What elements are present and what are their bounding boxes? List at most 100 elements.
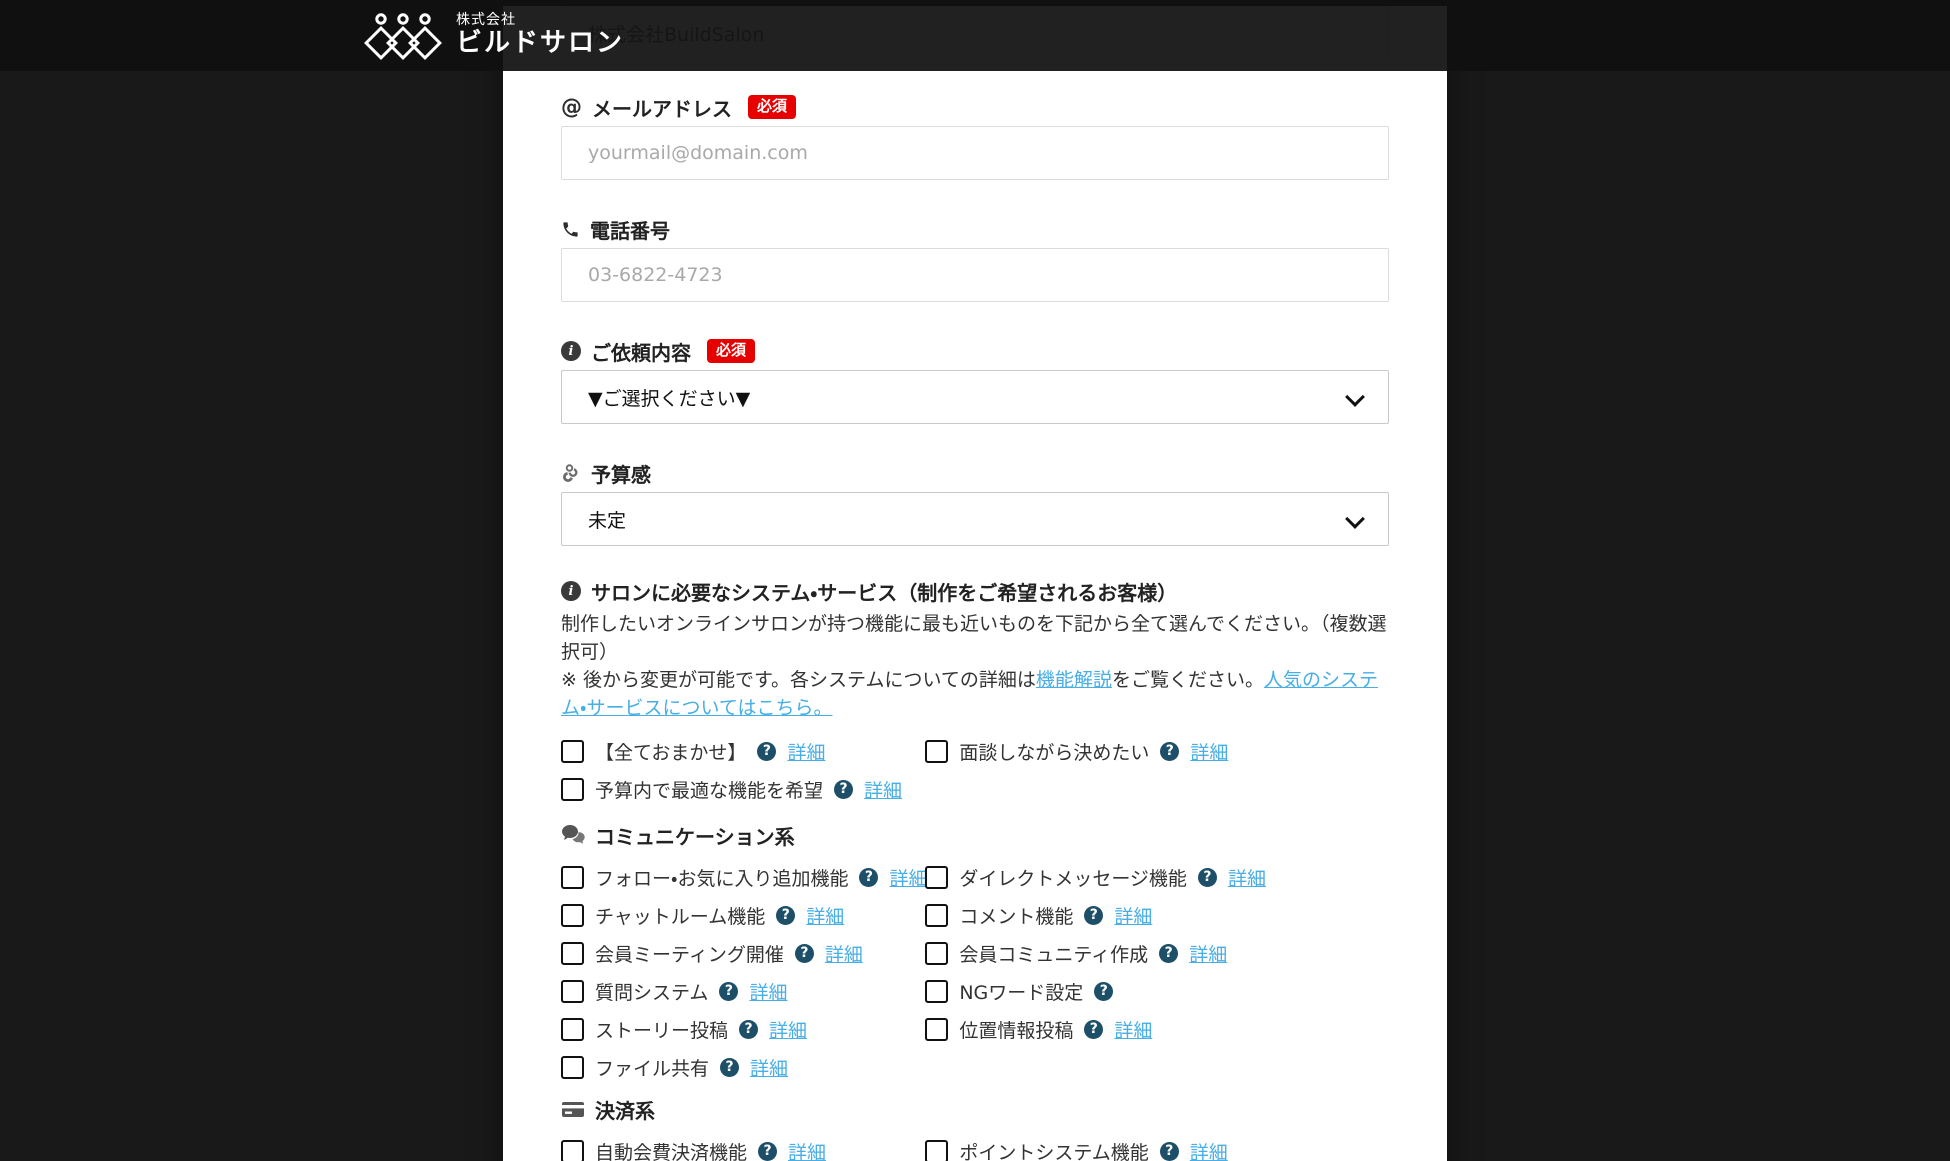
- detail-link[interactable]: 詳細: [1190, 738, 1228, 765]
- feature-groups: 【全ておまかせ】 ? 詳細 面談しながら決めたい ? 詳細 予算内で最適な機能を…: [561, 732, 1389, 1161]
- feature-checkbox[interactable]: [925, 1140, 948, 1161]
- feature-item: 会員コミュニティ作成 ? 詳細: [925, 934, 1389, 972]
- request-select-value: ▼ご選択ください▼: [588, 384, 750, 411]
- question-circle-icon[interactable]: ?: [1094, 982, 1113, 1001]
- feature-checkbox[interactable]: [925, 904, 948, 927]
- feature-grid: 【全ておまかせ】 ? 詳細 面談しながら決めたい ? 詳細 予算内で最適な機能を…: [561, 732, 1389, 808]
- feature-checkbox[interactable]: [925, 866, 948, 889]
- budget-label: 予算感: [591, 459, 651, 488]
- feature-checkbox[interactable]: [561, 778, 584, 801]
- email-label-row: @ メールアドレス 必須: [561, 94, 1389, 120]
- email-label: メールアドレス: [592, 93, 732, 122]
- feature-item: フォロー・お気に入り追加機能 ? 詳細: [561, 858, 925, 896]
- question-circle-icon[interactable]: ?: [1160, 1142, 1179, 1161]
- feature-checkbox[interactable]: [561, 1018, 584, 1041]
- feature-checkbox[interactable]: [925, 740, 948, 763]
- credit-card-icon: [561, 1099, 585, 1119]
- feature-label: 【全ておまかせ】: [595, 738, 746, 765]
- feature-guide-link[interactable]: 機能解説: [1036, 669, 1112, 691]
- question-circle-icon[interactable]: ?: [1159, 944, 1178, 963]
- feature-group-heading-text: 決済系: [595, 1095, 655, 1124]
- request-label-row: i ご依頼内容 必須: [561, 338, 1389, 364]
- detail-link[interactable]: 詳細: [788, 1138, 826, 1161]
- feature-item: ストーリー投稿 ? 詳細: [561, 1010, 925, 1048]
- feature-item: 予算内で最適な機能を希望 ? 詳細: [561, 770, 925, 808]
- phone-label: 電話番号: [590, 215, 670, 244]
- budget-select-value: 未定: [588, 506, 626, 533]
- question-circle-icon[interactable]: ?: [1198, 868, 1217, 887]
- detail-link[interactable]: 詳細: [769, 1016, 807, 1043]
- feature-label: コメント機能: [959, 902, 1073, 929]
- phone-icon: [561, 220, 580, 239]
- detail-link[interactable]: 詳細: [787, 738, 825, 765]
- feature-checkbox[interactable]: [561, 904, 584, 927]
- feature-checkbox[interactable]: [561, 1140, 584, 1161]
- question-circle-icon[interactable]: ?: [1084, 1020, 1103, 1039]
- info-circle-icon: i: [561, 581, 581, 601]
- feature-label: 自動会費決済機能: [595, 1138, 747, 1161]
- question-circle-icon[interactable]: ?: [1160, 742, 1179, 761]
- feature-group-heading: 決済系: [561, 1096, 1389, 1122]
- required-badge: 必須: [707, 339, 755, 363]
- info-circle-icon: i: [561, 341, 581, 361]
- feature-checkbox[interactable]: [561, 866, 584, 889]
- feature-checkbox[interactable]: [925, 980, 948, 1003]
- question-circle-icon[interactable]: ?: [834, 780, 853, 799]
- feature-label: ダイレクトメッセージ機能: [959, 864, 1187, 891]
- email-input[interactable]: [561, 126, 1389, 180]
- feature-checkbox[interactable]: [561, 1056, 584, 1079]
- question-circle-icon[interactable]: ?: [1084, 906, 1103, 925]
- detail-link[interactable]: 詳細: [1114, 1016, 1152, 1043]
- detail-link[interactable]: 詳細: [864, 776, 902, 803]
- feature-label: 面談しながら決めたい: [959, 738, 1149, 765]
- budget-label-row: 予算感: [561, 460, 1389, 486]
- detail-link[interactable]: 詳細: [1114, 902, 1152, 929]
- question-circle-icon[interactable]: ?: [719, 982, 738, 1001]
- detail-link[interactable]: 詳細: [889, 864, 927, 891]
- feature-checkbox[interactable]: [561, 942, 584, 965]
- feature-item: 位置情報投稿 ? 詳細: [925, 1010, 1389, 1048]
- feature-checkbox[interactable]: [925, 1018, 948, 1041]
- feature-label: 位置情報投稿: [959, 1016, 1073, 1043]
- feature-item: 質問システム ? 詳細: [561, 972, 925, 1010]
- request-select[interactable]: ▼ご選択ください▼: [561, 370, 1389, 424]
- feature-item: ファイル共有 ? 詳細: [561, 1048, 925, 1086]
- feature-label: NGワード設定: [959, 978, 1083, 1005]
- required-badge: 必須: [748, 95, 796, 119]
- services-description: 制作したいオンラインサロンが持つ機能に最も近いものを下記から全て選んでください。…: [561, 610, 1389, 666]
- feature-label: 会員ミーティング開催: [595, 940, 784, 967]
- page-viewport: @ メールアドレス 必須 電話番号 i ご依頼内容 必須 ▼ご選択ください▼: [0, 0, 1950, 1161]
- feature-checkbox[interactable]: [561, 980, 584, 1003]
- question-circle-icon[interactable]: ?: [795, 944, 814, 963]
- detail-link[interactable]: 詳細: [806, 902, 844, 929]
- feature-label: チャットルーム機能: [595, 902, 765, 929]
- services-heading-text: サロンに必要なシステム・サービス（制作をご希望されるお客様）: [591, 577, 1177, 606]
- detail-link[interactable]: 詳細: [750, 1054, 788, 1081]
- detail-link[interactable]: 詳細: [1190, 1138, 1228, 1161]
- question-circle-icon[interactable]: ?: [859, 868, 878, 887]
- feature-checkbox[interactable]: [561, 740, 584, 763]
- feature-item: ポイントシステム機能 ? 詳細: [925, 1132, 1389, 1161]
- feature-item: チャットルーム機能 ? 詳細: [561, 896, 925, 934]
- logo-company-name: ビルドサロン: [456, 29, 624, 58]
- detail-link[interactable]: 詳細: [1228, 864, 1266, 891]
- feature-grid: 自動会費決済機能 ? 詳細 ポイントシステム機能 ? 詳細 会費のキャリア決済 …: [561, 1132, 1389, 1161]
- detail-link[interactable]: 詳細: [749, 978, 787, 1005]
- question-circle-icon[interactable]: ?: [776, 906, 795, 925]
- logo-text: 株式会社 ビルドサロン: [456, 13, 624, 58]
- services-section-heading: i サロンに必要なシステム・サービス（制作をご希望されるお客様）: [561, 578, 1389, 604]
- feature-item: NGワード設定 ?: [925, 972, 1389, 1010]
- question-circle-icon[interactable]: ?: [757, 742, 776, 761]
- question-circle-icon[interactable]: ?: [739, 1020, 758, 1039]
- phone-input[interactable]: [561, 248, 1389, 302]
- feature-checkbox[interactable]: [925, 942, 948, 965]
- chat-bubbles-icon: [561, 824, 585, 846]
- feature-label: 会員コミュニティ作成: [959, 940, 1148, 967]
- detail-link[interactable]: 詳細: [1189, 940, 1227, 967]
- question-circle-icon[interactable]: ?: [720, 1058, 739, 1077]
- detail-link[interactable]: 詳細: [825, 940, 863, 967]
- question-circle-icon[interactable]: ?: [758, 1142, 777, 1161]
- app-header: 株式会社 ビルドサロン: [0, 0, 1950, 71]
- budget-select[interactable]: 未定: [561, 492, 1389, 546]
- company-logo[interactable]: 株式会社 ビルドサロン: [364, 12, 624, 60]
